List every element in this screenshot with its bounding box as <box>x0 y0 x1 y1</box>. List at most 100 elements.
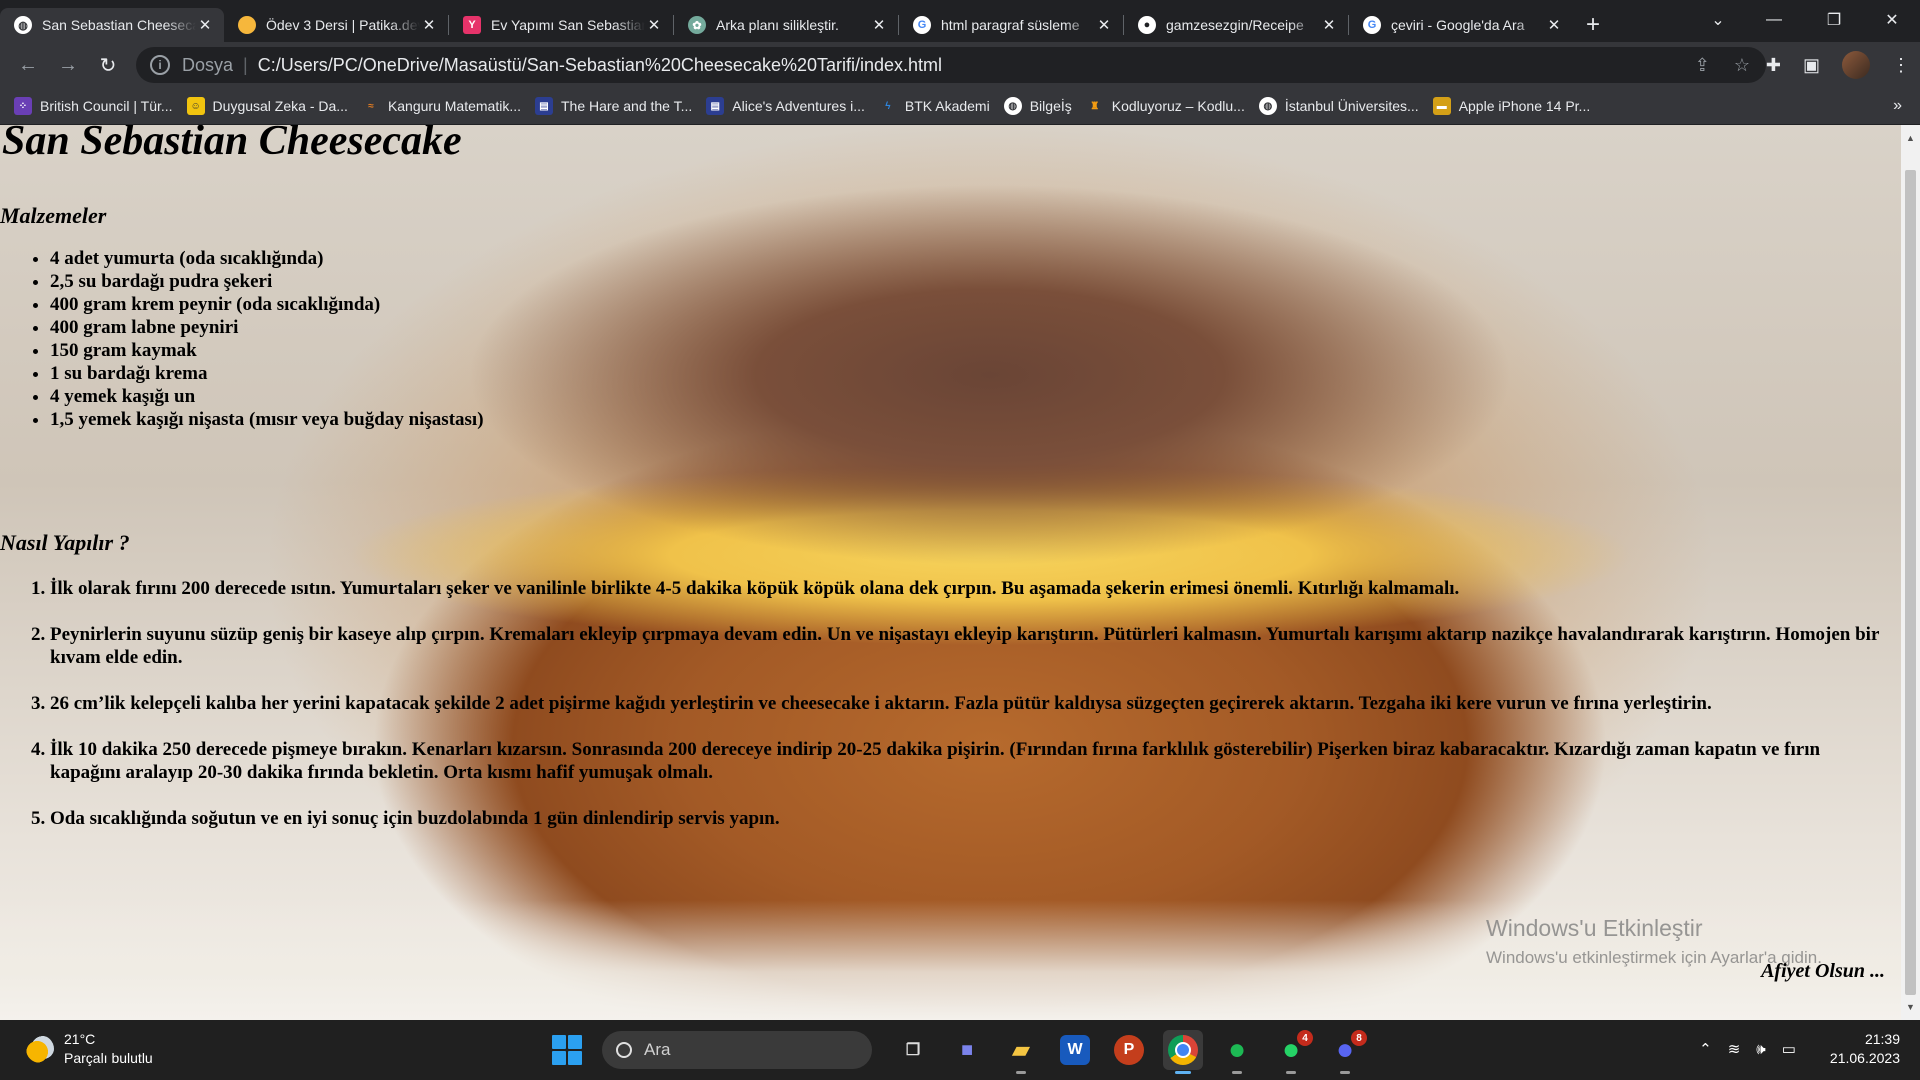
search-icon <box>616 1042 632 1058</box>
bookmark-british-council[interactable]: ⁘ British Council | Tür... <box>14 97 173 115</box>
bookmark-kanguru[interactable]: ≈ Kanguru Matematik... <box>362 97 521 115</box>
side-panel-icon[interactable]: ▣ <box>1803 55 1820 76</box>
bookmark-istanbul-uni[interactable]: ◍ İstanbul Üniversites... <box>1258 97 1419 115</box>
share-icon[interactable]: ⇪ <box>1695 55 1710 76</box>
tab-google-paragraf[interactable]: G html paragraf süsleme ✕ <box>899 8 1123 42</box>
google-icon: G <box>1363 16 1381 34</box>
reload-button[interactable]: ↻ <box>88 45 128 85</box>
steps-heading: Nasıl Yapılır ? <box>0 530 130 555</box>
list-item: İlk 10 dakika 250 derecede pişmeye bırak… <box>50 738 1880 784</box>
bookmark-apple-iphone[interactable]: ▬ Apple iPhone 14 Pr... <box>1432 97 1591 115</box>
forward-button[interactable]: → <box>48 45 88 85</box>
close-icon[interactable]: ✕ <box>1545 16 1563 34</box>
list-item: 4 yemek kaşığı un <box>50 385 484 408</box>
scroll-up-icon[interactable]: ▲ <box>1905 133 1916 147</box>
btk-icon: ϟ <box>885 100 891 112</box>
tab-title: çeviri - Google'da Ara <box>1391 17 1525 33</box>
url-text[interactable]: C:/Users/PC/OneDrive/Masaüstü/San-Sebast… <box>258 55 942 76</box>
list-item: 400 gram labne peyniri <box>50 316 484 339</box>
maximize-button[interactable]: ❐ <box>1806 0 1862 40</box>
bookmark-btk-akademi[interactable]: ϟ BTK Akademi <box>879 97 989 115</box>
ingredients-heading: Malzemeler <box>0 203 107 228</box>
close-icon[interactable]: ✕ <box>870 16 888 34</box>
tab-chatgpt[interactable]: ✿ Arka planı silikleştir. ✕ <box>674 8 898 42</box>
scrollbar-thumb[interactable] <box>1905 170 1916 995</box>
volume-icon[interactable]: 🕪 <box>1756 1041 1765 1058</box>
extensions-icon[interactable]: ✚ <box>1766 55 1781 76</box>
battery-icon[interactable]: ▭ <box>1782 1040 1796 1058</box>
close-window-button[interactable]: ✕ <box>1864 0 1920 40</box>
weather-widget[interactable]: 21°C Parçalı bulutlu <box>26 1030 153 1068</box>
list-item: 1,5 yemek kaşığı nişasta (mısır veya buğ… <box>50 408 484 431</box>
tab-patika[interactable]: Ödev 3 Dersi | Patika.dev ✕ <box>224 8 448 42</box>
page-title: San Sebastian Cheesecake <box>2 125 462 164</box>
globe-icon: ◍ <box>1258 97 1277 115</box>
start-button[interactable] <box>552 1035 582 1065</box>
bookmark-bilgeis[interactable]: ◍ Bilgeİş <box>1003 97 1072 115</box>
bookmark-duygusal-zeka[interactable]: ☺ Duygusal Zeka - Da... <box>186 97 348 115</box>
weather-temp: 21°C <box>64 1031 96 1047</box>
partly-cloudy-icon <box>26 1035 54 1063</box>
tab-title: Ödev 3 Dersi | Patika.dev <box>266 17 420 33</box>
close-icon[interactable]: ✕ <box>1095 16 1113 34</box>
menu-icon[interactable]: ⋮ <box>1892 55 1910 76</box>
file-explorer-icon[interactable]: ▰ <box>1001 1030 1041 1074</box>
list-item: 2,5 su bardağı pudra şekeri <box>50 270 484 293</box>
bookmark-label: Apple iPhone 14 Pr... <box>1458 98 1591 114</box>
shop-icon: ▬ <box>1432 97 1451 115</box>
yemek-icon: Y <box>463 16 481 34</box>
more-bookmarks-icon[interactable]: » <box>1893 97 1902 115</box>
tab-search-chevron-icon[interactable]: ⌄ <box>1690 0 1746 40</box>
taskbar-search[interactable]: Ara <box>602 1031 872 1069</box>
powerpoint-icon[interactable]: P <box>1114 1035 1144 1065</box>
task-view-icon[interactable]: ❐ <box>893 1030 933 1070</box>
tab-title: San Sebastian Cheesecake Tarifi <box>42 17 196 33</box>
wifi-icon[interactable]: ≋ <box>1728 1040 1741 1058</box>
whatsapp-badge: 4 <box>1297 1030 1313 1046</box>
spotify-icon[interactable]: ● <box>1217 1030 1257 1074</box>
address-separator: | <box>243 54 248 75</box>
scroll-down-icon[interactable]: ▼ <box>1905 1002 1916 1016</box>
new-tab-button[interactable]: + <box>1573 8 1613 42</box>
protocol-label: Dosya <box>182 54 234 75</box>
word-icon[interactable]: W <box>1060 1035 1090 1065</box>
discord-icon[interactable]: ● 8 <box>1325 1030 1367 1074</box>
bookmark-label: Kodluyoruz – Kodlu... <box>1111 98 1245 114</box>
globe-icon: ◍ <box>1003 97 1022 115</box>
minimize-button[interactable]: — <box>1746 0 1802 40</box>
back-button[interactable]: ← <box>8 45 48 85</box>
chrome-icon[interactable] <box>1163 1030 1203 1074</box>
bookmark-kodluyoruz[interactable]: ♜ Kodluyoruz – Kodlu... <box>1086 97 1245 115</box>
tab-san-sebastian[interactable]: ◍ San Sebastian Cheesecake Tarifi ✕ <box>0 8 224 42</box>
google-icon: G <box>913 16 931 34</box>
bookmarks-bar: ⁘ British Council | Tür... ☺ Duygusal Zeka… <box>0 88 1920 125</box>
list-item: 400 gram krem peynir (oda sıcaklığında) <box>50 293 484 316</box>
close-icon[interactable]: ✕ <box>420 16 438 34</box>
steps-list: İlk olarak fırını 200 derecede ısıtın. Y… <box>0 577 1880 853</box>
clock[interactable]: 21:39 21.06.2023 <box>1830 1030 1900 1068</box>
bookmark-alice[interactable]: ▤ Alice's Adventures i... <box>706 97 865 115</box>
duygusal-zeka-icon: ☺ <box>186 97 205 115</box>
chevron-up-icon[interactable]: ⌃ <box>1699 1040 1712 1058</box>
info-icon[interactable]: i <box>150 55 170 75</box>
close-icon[interactable]: ✕ <box>645 16 663 34</box>
bookmark-star-icon[interactable]: ☆ <box>1734 55 1750 76</box>
github-icon: ● <box>1138 16 1156 34</box>
patika-icon <box>238 16 256 34</box>
close-icon[interactable]: ✕ <box>1320 16 1338 34</box>
profile-avatar[interactable] <box>1842 51 1870 79</box>
british-council-icon: ⁘ <box>14 97 32 115</box>
teams-icon[interactable]: ■ <box>947 1030 987 1070</box>
list-item: 4 adet yumurta (oda sıcaklığında) <box>50 247 484 270</box>
tab-google-ceviri[interactable]: G çeviri - Google'da Ara ✕ <box>1349 8 1573 42</box>
bookmark-hare-tortoise[interactable]: ▤ The Hare and the T... <box>535 97 692 115</box>
globe-icon: ◍ <box>14 16 32 34</box>
clock-date: 21.06.2023 <box>1829 1050 1900 1066</box>
whatsapp-icon[interactable]: ● 4 <box>1271 1030 1313 1074</box>
tab-title: html paragraf süsleme <box>941 17 1080 33</box>
close-icon[interactable]: ✕ <box>196 16 214 34</box>
page-scrollbar[interactable]: ▲ ▼ <box>1901 125 1920 1020</box>
address-bar[interactable]: i Dosya | C:/Users/PC/OneDrive/Masaüstü/… <box>136 47 1766 83</box>
tab-github[interactable]: ● gamzesezgin/Receipe ✕ <box>1124 8 1348 42</box>
tab-ev-yapimi[interactable]: Y Ev Yapımı San Sebastian ✕ <box>449 8 673 42</box>
